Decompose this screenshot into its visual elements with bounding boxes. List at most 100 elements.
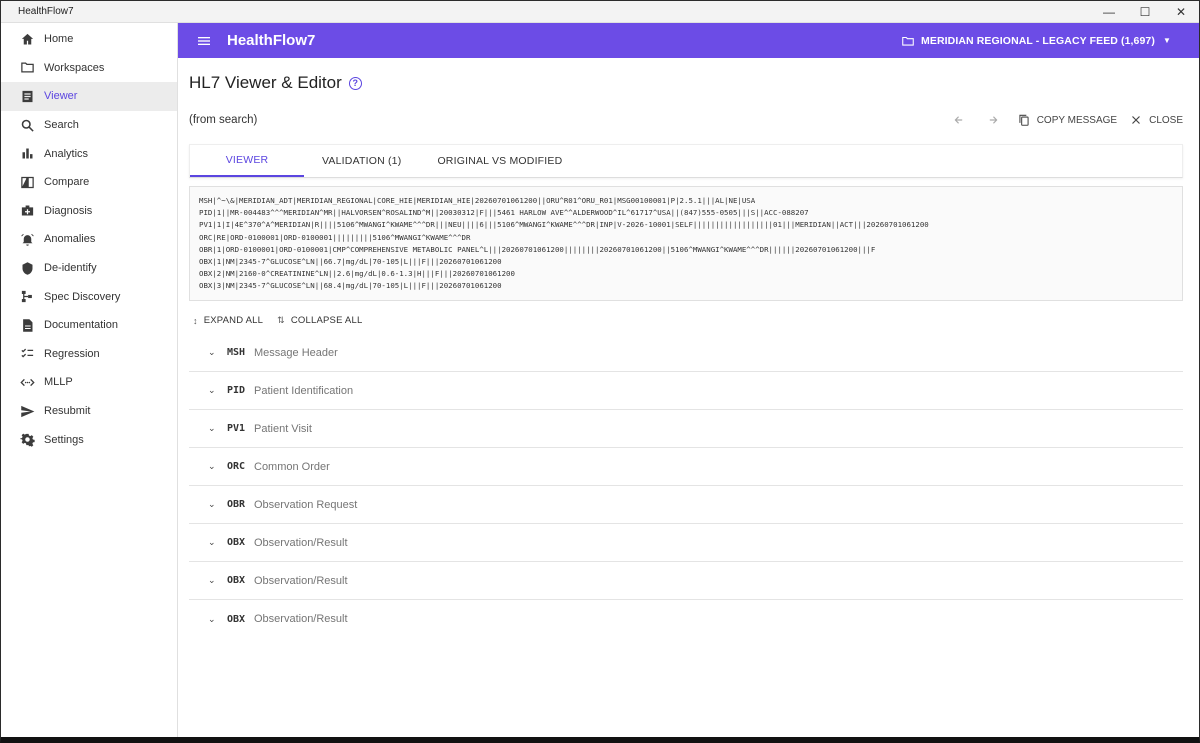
close-x-icon [1132,116,1141,124]
sidebar-item-label: Settings [44,433,84,446]
sidebar-item-search[interactable]: Search [1,111,177,140]
sidebar-item-de-identify[interactable]: De-identify [1,254,177,283]
sidebar-item-settings[interactable]: Settings [1,425,177,454]
search-icon [19,117,35,133]
sidebar-item-label: Search [44,119,79,132]
close-button[interactable]: CLOSE [1129,113,1183,127]
sidebar: Home Workspaces Viewer Search Analytics Compa… [1,23,178,737]
sidebar-item-mllp[interactable]: MLLP [1,368,177,397]
sidebar-item-label: Resubmit [44,405,91,418]
page-title: HL7 Viewer & Editor [189,73,342,92]
sidebar-item-resubmit[interactable]: Resubmit [1,397,177,426]
raw-message-panel[interactable]: MSH|^~\&|MERIDIAN_ADT|MERIDIAN_REGIONAL|… [189,186,1183,301]
segment-code: OBX [227,575,246,586]
segment-code: ORC [227,461,246,472]
copy-message-button[interactable]: COPY MESSAGE [1017,113,1117,127]
sidebar-item-label: Compare [44,176,90,189]
maximize-icon[interactable]: ☐ [1127,1,1163,23]
folder-icon [19,60,35,76]
segment-description: Common Order [254,460,330,473]
raw-message-line: OBX|1|NM|2345-7^GLUCOSE^LN||66.7|mg/dL|7… [199,257,502,267]
medical-bag-icon [19,203,35,219]
feed-selector[interactable]: MERIDIAN REGIONAL - LEGACY FEED (1,697) … [901,34,1171,48]
main-area: HealthFlow7 MERIDIAN REGIONAL - LEGACY F… [178,23,1199,737]
collapse-all-button[interactable]: ⇅ COLLAPSE ALL [277,315,362,326]
sidebar-item-documentation[interactable]: Documentation [1,311,177,340]
segment-code: OBX [227,613,246,625]
sidebar-item-label: Regression [44,347,100,360]
tab-bar: VIEWER VALIDATION (1) ORIGINAL VS MODIFI… [189,144,1183,178]
chevron-down-icon[interactable]: ⌄ [208,423,218,434]
segment-code: PID [227,385,246,396]
collapse-all-label: COLLAPSE ALL [290,315,363,326]
folder-icon [902,36,914,46]
undo-icon [954,116,963,124]
chevron-down-icon[interactable]: ⌄ [208,537,218,548]
window-controls: — ☐ ✕ [1091,1,1199,23]
segment-description: Observation/Result [254,536,348,549]
home-icon [19,31,35,47]
shield-icon [19,260,35,276]
segment-description: Message Header [254,346,338,359]
expand-all-button[interactable]: ↕ EXPAND ALL [193,315,263,326]
raw-message-line: OBR|1|ORD-0100001|ORD-0100001|CMP^COMPRE… [199,244,876,254]
help-icon[interactable]: ? [348,76,362,90]
sidebar-item-diagnosis[interactable]: Diagnosis [1,197,177,226]
segment-description: Observation/Result [254,613,348,625]
sidebar-item-home[interactable]: Home [1,25,177,54]
segment-row-obr[interactable]: ⌄ OBR Observation Request [189,486,1183,524]
sidebar-item-workspaces[interactable]: Workspaces [1,54,177,83]
close-icon[interactable]: ✕ [1163,1,1199,23]
compare-icon [19,174,35,190]
caret-down-icon: ▼ [1162,36,1171,45]
collapse-icon: ⇅ [277,315,285,325]
tab-validation[interactable]: VALIDATION (1) [304,145,419,177]
segment-row-obx[interactable]: ⌄ OBX Observation/Result [189,600,1183,638]
sidebar-item-anomalies[interactable]: Anomalies [1,225,177,254]
redo-button[interactable] [985,113,1005,127]
sidebar-item-spec-discovery[interactable]: Spec Discovery [1,282,177,311]
segment-list: ⌄ MSH Message Header ⌄ PID Patient Identifica… [189,334,1183,638]
sidebar-item-label: Spec Discovery [44,290,121,303]
chevron-down-icon[interactable]: ⌄ [208,499,218,510]
segment-row-pid[interactable]: ⌄ PID Patient Identification [189,372,1183,410]
schema-icon [19,289,35,305]
undo-button[interactable] [953,113,973,127]
alarm-icon [19,231,35,247]
segment-row-obx[interactable]: ⌄ OBX Observation/Result [189,562,1183,600]
tab-viewer[interactable]: VIEWER [190,145,304,177]
segment-code: MSH [227,347,246,358]
tab-original-vs-modified[interactable]: ORIGINAL VS MODIFIED [419,145,580,177]
minimize-icon[interactable]: — [1091,1,1127,23]
expand-icon: ↕ [193,315,198,326]
copy-message-label: COPY MESSAGE [1036,114,1118,126]
segment-row-obx[interactable]: ⌄ OBX Observation/Result [189,524,1183,562]
segment-row-orc[interactable]: ⌄ ORC Common Order [189,448,1183,486]
sidebar-item-compare[interactable]: Compare [1,168,177,197]
raw-message-line: OBX|2|NM|2160-0^CREATININE^LN||2.6|mg/dL… [199,269,515,279]
chevron-down-icon[interactable]: ⌄ [208,614,218,625]
segment-description: Observation Request [254,498,358,511]
description-icon [19,317,35,333]
sidebar-item-regression[interactable]: Regression [1,340,177,369]
segment-row-pv1[interactable]: ⌄ PV1 Patient Visit [189,410,1183,448]
feed-label: MERIDIAN REGIONAL - LEGACY FEED (1,697) [921,34,1155,47]
chevron-down-icon[interactable]: ⌄ [208,347,218,358]
close-label: CLOSE [1149,114,1183,126]
copy-icon [1019,114,1029,126]
raw-message-line: OBX|3|NM|2345-7^GLUCOSE^LN||68.4|mg/dL|7… [199,281,502,291]
sidebar-item-label: Home [44,33,74,46]
expand-all-label: EXPAND ALL [203,315,264,326]
expand-controls: ↕ EXPAND ALL ⇅ COLLAPSE ALL [189,315,1183,326]
menu-icon[interactable] [195,32,213,50]
sidebar-item-label: Viewer [44,90,78,103]
send-icon [19,403,35,419]
sidebar-item-viewer[interactable]: Viewer [1,82,177,111]
segment-row-msh[interactable]: ⌄ MSH Message Header [189,334,1183,372]
chevron-down-icon[interactable]: ⌄ [208,461,218,472]
chevron-down-icon[interactable]: ⌄ [208,575,218,586]
segment-code: OBR [227,499,246,510]
chevron-down-icon[interactable]: ⌄ [208,385,218,396]
raw-message-line: MSH|^~\&|MERIDIAN_ADT|MERIDIAN_REGIONAL|… [199,196,756,205]
sidebar-item-analytics[interactable]: Analytics [1,139,177,168]
